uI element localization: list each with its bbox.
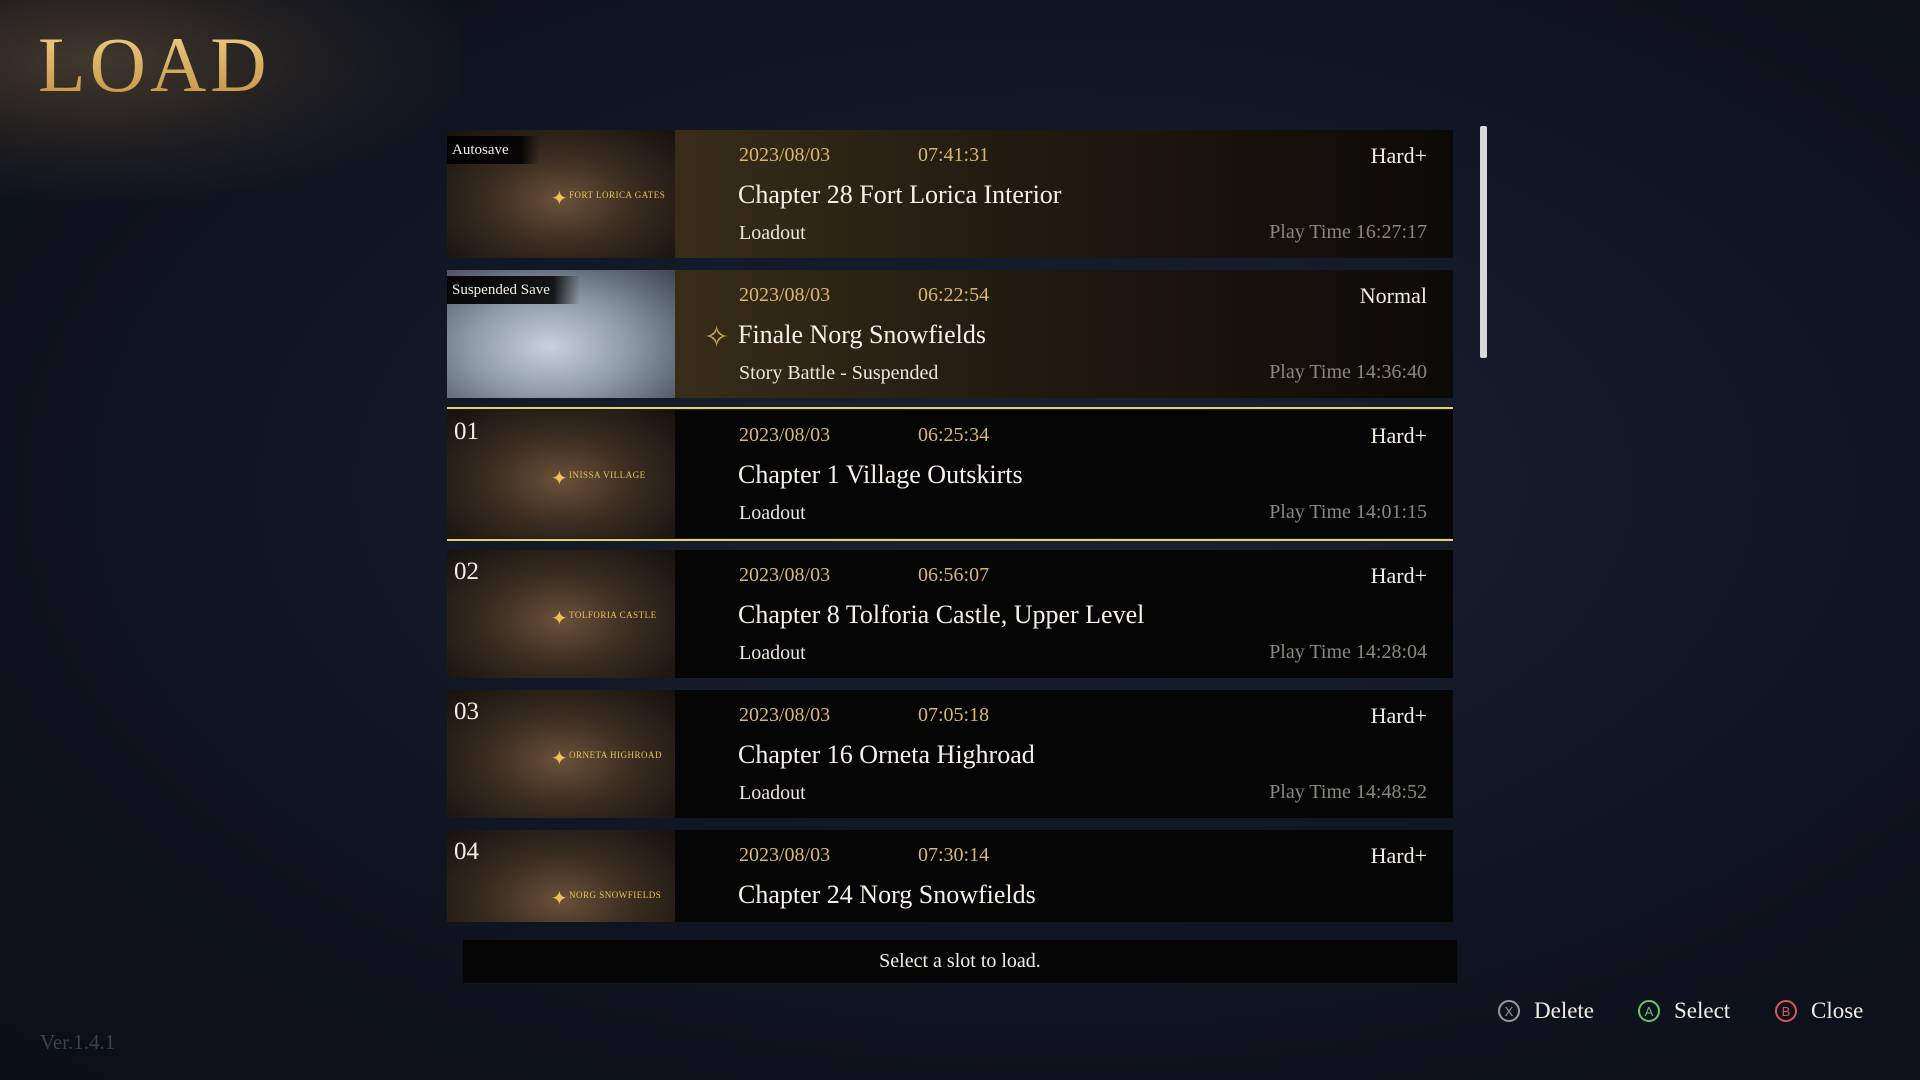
slot-time: 06:22:54 <box>918 284 990 306</box>
slot-tag: Suspended Save <box>447 276 580 304</box>
hint-text: Select a slot to load. <box>463 940 1457 983</box>
slot-time: 07:05:18 <box>918 704 990 726</box>
slot-time: 07:41:31 <box>918 144 990 166</box>
slot-playtime: Play Time 14:36:40 <box>1269 361 1427 383</box>
slot-thumbnail: ✦ Orneta Highroad <box>447 690 675 818</box>
slot-time: 07:30:14 <box>918 844 990 866</box>
b-button-icon: B <box>1775 1000 1797 1022</box>
select-label: Select <box>1674 998 1731 1023</box>
delete-control[interactable]: X Delete <box>1498 996 1594 1026</box>
slot-chapter: Chapter 28 Fort Lorica Interior <box>738 180 1062 209</box>
slot-mode: Loadout <box>739 642 806 664</box>
slot-chapter: Chapter 1 Village Outskirts <box>738 460 1023 489</box>
star-marker-icon: ✧ <box>704 321 730 354</box>
slot-mode: Loadout <box>739 502 806 524</box>
slot-number: 01 <box>454 418 479 445</box>
slot-difficulty: Hard+ <box>1370 143 1427 168</box>
slot-chapter: Chapter 24 Norg Snowfields <box>738 880 1036 909</box>
slot-tag: Autosave <box>447 136 539 164</box>
slot-date: 2023/08/03 <box>739 564 831 586</box>
slot-date: 2023/08/03 <box>739 424 831 446</box>
slot-number: 04 <box>454 838 479 865</box>
save-slot-03[interactable]: ✦ Orneta Highroad 03 2023/08/03 07:05:18… <box>447 690 1453 818</box>
scrollbar[interactable] <box>1480 126 1487 358</box>
slot-thumbnail: ✦ Inissa Village <box>447 410 675 538</box>
slot-chapter: Chapter 8 Tolforia Castle, Upper Level <box>738 600 1145 629</box>
x-button-icon: X <box>1498 1000 1520 1022</box>
slot-date: 2023/08/03 <box>739 144 831 166</box>
slot-difficulty: Hard+ <box>1370 563 1427 588</box>
delete-label: Delete <box>1534 998 1595 1023</box>
thumbnail-location-label: Norg Snowfields <box>569 890 662 900</box>
close-label: Close <box>1811 998 1864 1023</box>
location-marker-icon: ✦ <box>551 608 568 630</box>
save-slot-04[interactable]: ✦ Norg Snowfields 04 2023/08/03 07:30:14… <box>447 830 1453 922</box>
save-slot-02[interactable]: ✦ Tolforia Castle 02 2023/08/03 06:56:07… <box>447 550 1453 678</box>
thumbnail-location-label: Inissa Village <box>569 470 646 480</box>
location-marker-icon: ✦ <box>551 888 568 910</box>
slot-playtime: Play Time 14:48:52 <box>1269 781 1427 803</box>
slot-mode: Loadout <box>739 782 806 804</box>
slot-mode: Loadout <box>739 222 806 244</box>
slot-difficulty: Hard+ <box>1370 703 1427 728</box>
slot-number: 02 <box>454 558 479 585</box>
slot-chapter: Finale Norg Snowfields <box>738 320 986 349</box>
thumbnail-location-label: Orneta Highroad <box>569 750 663 760</box>
page-title: LOAD <box>38 21 271 108</box>
slot-number: 03 <box>454 698 479 725</box>
select-control[interactable]: A Select <box>1638 996 1730 1026</box>
close-control[interactable]: B Close <box>1775 996 1863 1026</box>
slot-date: 2023/08/03 <box>739 704 831 726</box>
location-marker-icon: ✦ <box>551 748 568 770</box>
slot-difficulty: Hard+ <box>1370 843 1427 868</box>
slot-thumbnail: ✦ Norg Snowfields <box>447 830 675 922</box>
slot-mode: Story Battle - Suspended <box>739 362 939 384</box>
thumbnail-location-label: Fort Lorica Gates <box>569 190 666 200</box>
slot-thumbnail: ✦ Tolforia Castle <box>447 550 675 678</box>
a-button-icon: A <box>1638 1000 1660 1022</box>
slot-playtime: Play Time 14:28:04 <box>1269 641 1427 663</box>
slot-time: 06:25:34 <box>918 424 990 446</box>
slot-time: 06:56:07 <box>918 564 990 586</box>
location-marker-icon: ✦ <box>551 468 568 490</box>
version-label: Ver.1.4.1 <box>40 1030 116 1054</box>
location-marker-icon: ✦ <box>551 188 568 210</box>
slot-playtime: Play Time 14:01:15 <box>1269 501 1427 523</box>
slot-difficulty: Normal <box>1359 283 1427 308</box>
slot-difficulty: Hard+ <box>1370 423 1427 448</box>
slot-date: 2023/08/03 <box>739 284 831 306</box>
save-slot-list[interactable]: ✦ Fort Lorica Gates Autosave 2023/08/03 … <box>447 130 1453 922</box>
save-slot-01[interactable]: ✦ Inissa Village 01 2023/08/03 06:25:34 … <box>447 407 1453 541</box>
slot-playtime: Play Time 16:27:17 <box>1269 221 1427 243</box>
slot-chapter: Chapter 16 Orneta Highroad <box>738 740 1035 769</box>
thumbnail-location-label: Tolforia Castle <box>569 610 657 620</box>
save-slot-suspended[interactable]: Suspended Save ✧ 2023/08/03 06:22:54 Nor… <box>447 270 1453 398</box>
slot-date: 2023/08/03 <box>739 844 831 866</box>
save-slot-autosave[interactable]: ✦ Fort Lorica Gates Autosave 2023/08/03 … <box>447 130 1453 258</box>
